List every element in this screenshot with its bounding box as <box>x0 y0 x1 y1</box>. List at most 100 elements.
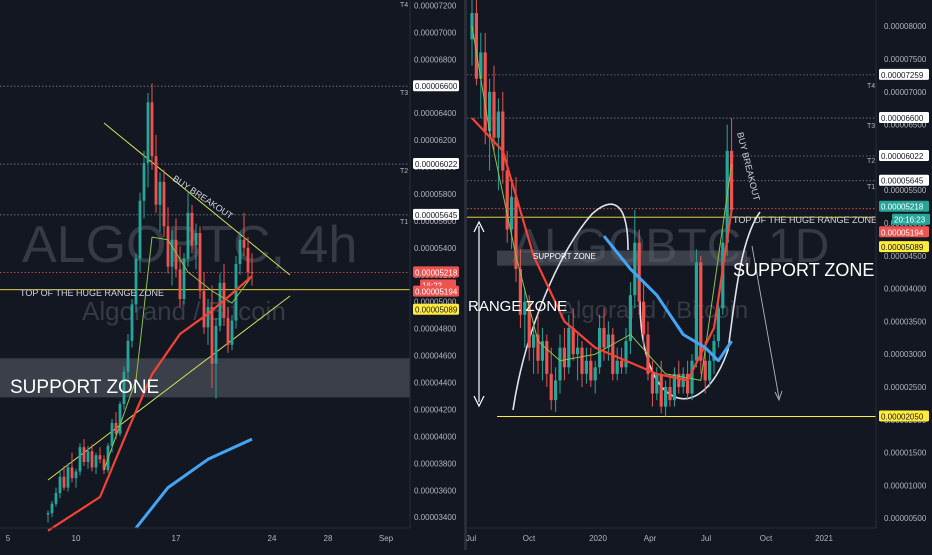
candle-body <box>598 327 602 368</box>
target-label-t1: T1 <box>400 219 408 226</box>
candle-body <box>178 269 182 300</box>
candle-body <box>206 307 210 328</box>
candle-body <box>602 327 606 348</box>
price-tag-label: 0.00006022 <box>881 152 924 161</box>
candle-body <box>584 360 588 374</box>
candle-body <box>562 347 566 368</box>
candle-body <box>190 212 194 246</box>
candle-body <box>54 492 58 504</box>
panel-divider[interactable] <box>464 0 467 550</box>
candle-body <box>589 360 593 381</box>
price-tag-label: 20:16:23 <box>894 216 926 225</box>
candle-body <box>633 242 637 296</box>
candle-body <box>210 307 214 364</box>
time-tick-label: Oct <box>760 534 773 543</box>
price-tick-label: 0.00004000 <box>884 285 927 294</box>
candle-body <box>90 451 94 468</box>
price-tag-label: 0.00005194 <box>881 228 924 237</box>
candle-body <box>501 111 505 171</box>
candle-body <box>496 111 500 138</box>
candle-body <box>694 262 698 361</box>
time-tick-label: 17 <box>172 534 181 543</box>
candle-body <box>703 360 707 381</box>
price-tick-label: 0.00003800 <box>414 459 457 468</box>
time-tick-label: Sep <box>379 534 394 543</box>
candle-body <box>514 196 518 269</box>
candle-body <box>532 334 536 348</box>
right-target-label-t4: T4 <box>867 83 875 90</box>
candle-body <box>194 233 198 246</box>
candle-body <box>146 102 150 163</box>
candle-body <box>186 212 190 259</box>
price-tick-label: 0.00000500 <box>884 514 927 523</box>
price-tag-label: 0.00006022 <box>415 160 458 169</box>
price-tick-label: 0.00004500 <box>884 252 927 261</box>
candle-body <box>66 467 70 488</box>
right-support-zone-big-label: SUPPORT ZONE <box>733 260 874 280</box>
time-tick-label: 2021 <box>815 534 833 543</box>
price-tick-label: 0.00001500 <box>884 449 927 458</box>
price-tick-label: 0.00004400 <box>414 379 457 388</box>
candle-body <box>118 404 122 434</box>
candle-body <box>615 360 619 374</box>
candle-body <box>668 386 672 401</box>
target-label-t3: T3 <box>400 90 408 97</box>
candle-body <box>510 196 514 230</box>
price-tag-label: 0.00002050 <box>881 412 924 421</box>
candle-body <box>659 373 663 407</box>
candle-body <box>558 347 562 381</box>
candle-body <box>126 340 130 372</box>
candle-body <box>593 367 597 381</box>
candle-body <box>162 181 166 227</box>
price-tick-label: 0.00003000 <box>884 350 927 359</box>
time-tick-label: Jul <box>701 534 711 543</box>
candle-body <box>708 360 712 381</box>
candle-body <box>110 422 114 446</box>
price-tick-label: 0.00007200 <box>414 1 457 10</box>
candle-body <box>567 327 571 368</box>
candle-body <box>250 272 254 274</box>
candle-body <box>78 447 82 472</box>
candle-body <box>46 513 50 515</box>
right-range-zone-label: RANGE ZONE <box>468 298 567 315</box>
candle-body <box>74 471 78 479</box>
price-tick-label: 0.00005800 <box>414 190 457 199</box>
target-label-t2: T2 <box>400 168 408 175</box>
candle-body <box>142 162 146 201</box>
price-tick-label: 0.00004800 <box>414 325 457 334</box>
right-range-top-label: TOP OF THE HUGE RANGE ZONE <box>733 215 877 225</box>
candle-body <box>730 150 734 210</box>
time-tick-label: Jul <box>466 534 476 543</box>
price-tag-label: 0.00006600 <box>881 114 924 123</box>
time-tick-label: 10 <box>72 534 81 543</box>
candle-body <box>230 320 234 345</box>
price-tick-label: 0.00006800 <box>414 55 457 64</box>
price-tick-label: 0.00004200 <box>414 405 457 414</box>
price-tag-label: 0.00005645 <box>881 177 924 186</box>
candle-body <box>130 304 134 341</box>
time-tick-label: 28 <box>324 534 333 543</box>
price-tick-label: 0.00002500 <box>884 383 927 392</box>
candle-body <box>690 360 694 394</box>
right-target-label-t1: T1 <box>867 184 875 191</box>
price-tick-label: 0.00003500 <box>884 317 927 326</box>
candle-body <box>82 447 86 462</box>
candle-body <box>545 341 549 374</box>
time-tick-label: 2020 <box>589 534 607 543</box>
chart-canvas: ALGOBTC, 4h Algorand / Bitcoin BUY BREAK… <box>0 0 932 550</box>
price-tag-label: 0.00005089 <box>415 306 458 315</box>
target-label-t4: T4 <box>400 2 408 9</box>
left-support-zone-label: SUPPORT ZONE <box>10 377 159 398</box>
price-tick-label: 0.00006200 <box>414 136 457 145</box>
price-tag-label: 0.00006600 <box>415 82 458 91</box>
price-tick-label: 0.00003600 <box>414 486 457 495</box>
price-tag-label: 0.00007259 <box>881 71 924 80</box>
price-tag-label: 0.00005218 <box>881 203 924 212</box>
time-tick-label: Oct <box>523 534 536 543</box>
candle-body <box>138 200 142 259</box>
candle-body <box>238 239 242 264</box>
price-tick-label: 0.00001000 <box>884 481 927 490</box>
price-tag-label: 0.00005218 <box>415 268 458 277</box>
candle-body <box>483 52 487 132</box>
candle-body <box>98 455 102 460</box>
